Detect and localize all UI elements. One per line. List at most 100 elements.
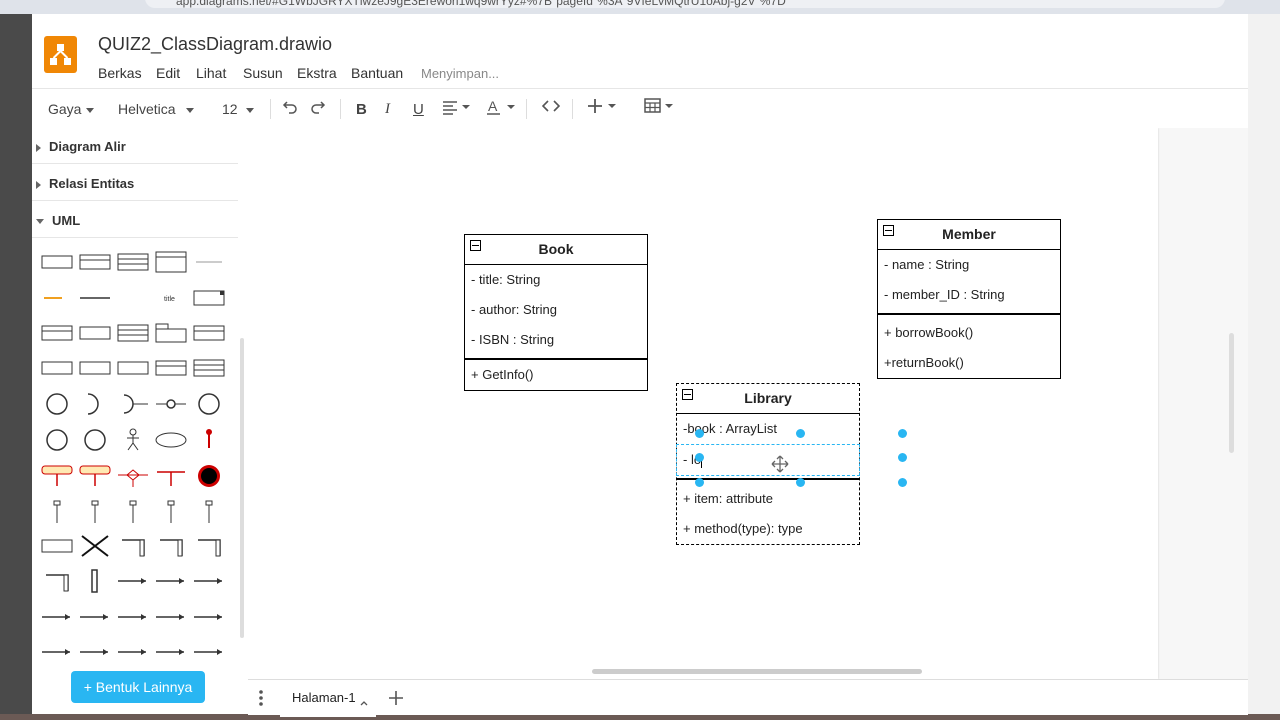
uml-shape-thumbnail[interactable] [116,605,150,629]
uml-shape-thumbnail[interactable] [154,392,188,416]
resize-handle[interactable] [898,478,907,487]
attribute-row[interactable]: - author: String [465,295,647,325]
uml-shape-thumbnail[interactable] [40,534,74,558]
uml-shape-thumbnail[interactable] [116,640,150,664]
menu-susun[interactable]: Susun [243,65,283,81]
uml-shape-thumbnail[interactable] [154,605,188,629]
uml-shape-thumbnail[interactable] [154,321,188,345]
uml-shape-thumbnail[interactable] [192,500,226,524]
menu-edit[interactable]: Edit [156,65,180,81]
uml-shape-thumbnail[interactable] [116,569,150,593]
class-header[interactable]: Library [677,384,859,414]
font-dropdown[interactable]: Helvetica [118,101,194,117]
uml-shape-thumbnail[interactable] [154,428,188,452]
uml-shape-thumbnail[interactable] [78,286,112,310]
uml-shape-thumbnail[interactable] [116,286,150,310]
uml-shape-thumbnail[interactable] [154,569,188,593]
class-book[interactable]: Book - title: String - author: String - … [464,234,648,391]
method-row[interactable]: +returnBook() [878,348,1060,378]
tab-halaman-1[interactable]: Halaman-1 [280,680,376,717]
attribute-row[interactable]: - member_ID : String [878,280,1060,310]
document-title[interactable]: QUIZ2_ClassDiagram.drawio [98,34,332,55]
redo-icon[interactable] [310,98,326,117]
insert-plus-icon[interactable] [588,98,622,117]
resize-handle[interactable] [695,429,704,438]
diagram-canvas[interactable]: Book - title: String - author: String - … [248,128,1248,679]
uml-shape-thumbnail[interactable] [40,500,74,524]
uml-shape-thumbnail[interactable] [78,321,112,345]
collapse-icon[interactable] [682,389,693,400]
table-icon[interactable] [644,98,678,117]
vertical-scrollbar[interactable] [1229,333,1234,453]
uml-shape-thumbnail[interactable] [154,250,188,274]
attribute-row-editing[interactable]: - lo [676,444,860,476]
uml-shape-thumbnail[interactable] [78,464,112,488]
method-row[interactable]: + borrowBook() [878,318,1060,348]
collapse-icon[interactable] [883,225,894,236]
undo-icon[interactable] [282,98,298,117]
italic-icon[interactable]: I [385,101,390,118]
method-row[interactable]: + GetInfo() [465,360,647,390]
uml-shape-thumbnail[interactable] [192,428,226,452]
menu-lihat[interactable]: Lihat [196,65,226,81]
font-color-icon[interactable]: A [486,98,518,118]
resize-handle[interactable] [898,429,907,438]
section-diagram-alir[interactable]: Diagram Alir [32,139,126,154]
uml-shape-thumbnail[interactable] [40,392,74,416]
chevron-up-icon[interactable] [360,693,368,711]
section-uml[interactable]: UML [32,213,80,228]
resize-handle[interactable] [796,478,805,487]
uml-shape-thumbnail[interactable] [192,569,226,593]
uml-shape-thumbnail[interactable] [192,640,226,664]
add-page-icon[interactable] [388,690,404,711]
more-shapes-button[interactable]: + Bentuk Lainnya [71,671,205,703]
collapse-icon[interactable] [470,240,481,251]
menu-berkas[interactable]: Berkas [98,65,142,81]
resize-handle[interactable] [796,429,805,438]
uml-shape-thumbnail[interactable] [40,640,74,664]
uml-shape-thumbnail[interactable] [78,392,112,416]
uml-shape-thumbnail[interactable] [192,534,226,558]
uml-shape-thumbnail[interactable] [40,605,74,629]
method-row[interactable]: + method(type): type [677,514,859,544]
style-dropdown[interactable]: Gaya [48,101,95,117]
uml-shape-thumbnail[interactable] [40,428,74,452]
uml-shape-thumbnail[interactable] [78,605,112,629]
uml-shape-thumbnail[interactable] [192,392,226,416]
uml-shape-thumbnail[interactable] [154,640,188,664]
attribute-row[interactable]: -book : ArrayList [677,414,859,444]
class-member[interactable]: Member - name : String - member_ID : Str… [877,219,1061,379]
uml-shape-thumbnail[interactable] [78,569,112,593]
uml-shape-thumbnail[interactable] [40,569,74,593]
uml-shape-thumbnail[interactable] [192,464,226,488]
horizontal-scrollbar[interactable] [592,669,922,674]
uml-shape-thumbnail[interactable] [116,534,150,558]
resize-handle[interactable] [898,453,907,462]
uml-shape-thumbnail[interactable] [116,428,150,452]
uml-shape-thumbnail[interactable] [116,500,150,524]
uml-shape-thumbnail[interactable] [192,321,226,345]
uml-shape-thumbnail[interactable] [116,356,150,380]
uml-shape-thumbnail[interactable] [78,534,112,558]
class-header[interactable]: Member [878,220,1060,250]
uml-shape-thumbnail[interactable] [154,464,188,488]
bold-icon[interactable]: B [356,101,367,118]
method-row[interactable]: + item: attribute [677,484,859,514]
attribute-row[interactable]: - name : String [878,250,1060,280]
uml-shape-thumbnail[interactable] [40,321,74,345]
uml-shape-thumbnail[interactable] [192,286,226,310]
uml-shape-thumbnail[interactable]: title [154,286,188,310]
uml-shape-thumbnail[interactable] [40,356,74,380]
sidebar-scrollbar[interactable] [240,338,244,638]
uml-shape-thumbnail[interactable] [40,464,74,488]
uml-shape-thumbnail[interactable] [192,356,226,380]
attribute-row[interactable]: - title: String [465,265,647,295]
attribute-row[interactable]: - ISBN : String [465,325,647,355]
resize-handle[interactable] [695,478,704,487]
menu-ekstra[interactable]: Ekstra [297,65,337,81]
uml-shape-thumbnail[interactable] [154,356,188,380]
resize-handle[interactable] [695,453,704,462]
browser-address-bar[interactable]: app.diagrams.net/#G1WbJGRYXTlwzeJ9gE3Ere… [0,0,1280,14]
uml-shape-thumbnail[interactable] [116,321,150,345]
uml-shape-thumbnail[interactable] [78,250,112,274]
